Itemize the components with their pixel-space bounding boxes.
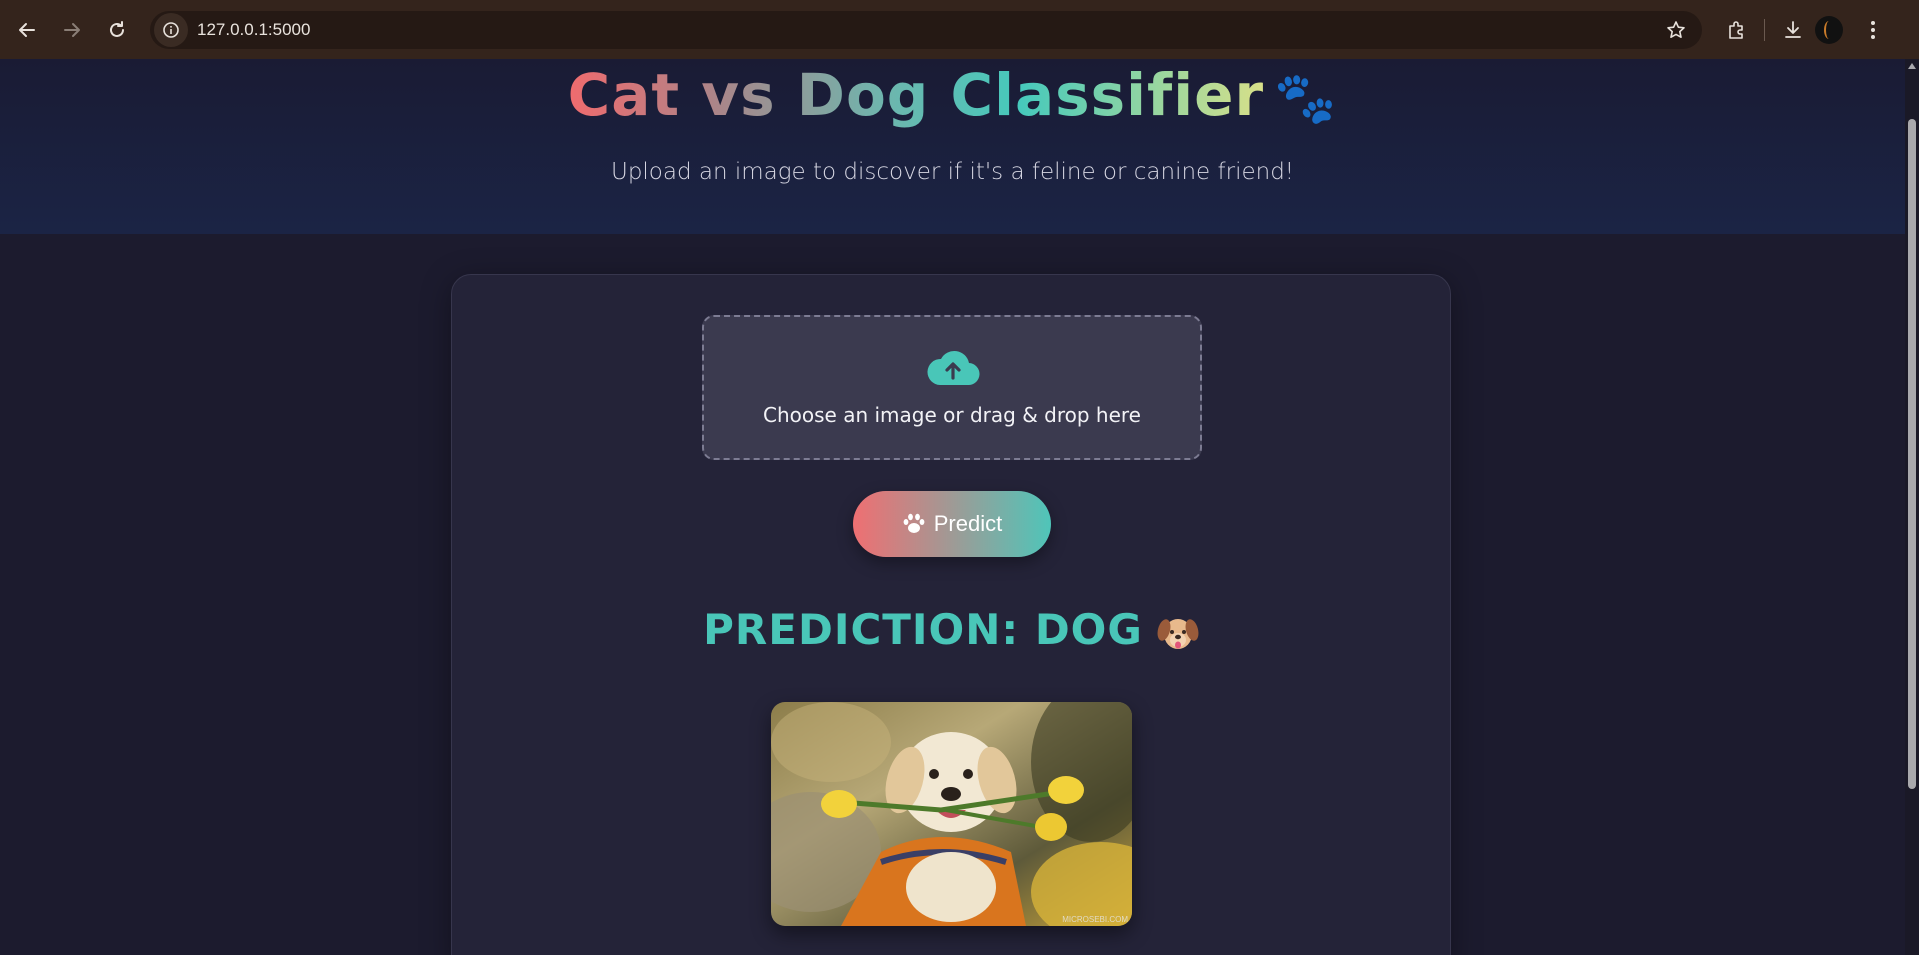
- scroll-up-arrow-icon[interactable]: [1908, 63, 1916, 69]
- prediction-text: PREDICTION: DOG: [703, 605, 1143, 654]
- toolbar-actions: [1718, 12, 1891, 48]
- image-watermark: MICROSEBI.COM: [1062, 915, 1128, 924]
- bookmark-star-icon[interactable]: [1662, 16, 1690, 44]
- classifier-card: Choose an image or drag & drop here Pred…: [451, 274, 1451, 955]
- dog-face-emoji: [1157, 618, 1199, 649]
- page-viewport: Cat vs Dog Classifier 🐾 Upload an image t…: [0, 59, 1905, 955]
- paw-icon: [903, 513, 925, 533]
- site-info-icon[interactable]: [154, 13, 188, 47]
- extensions-icon[interactable]: [1718, 12, 1754, 48]
- url-text[interactable]: 127.0.0.1:5000: [197, 20, 310, 40]
- page-scrollbar[interactable]: [1905, 59, 1919, 955]
- menu-icon[interactable]: [1855, 12, 1891, 48]
- uploaded-dog-image: MICROSEBI.COM: [771, 702, 1132, 926]
- cloud-upload-icon: [927, 350, 980, 386]
- predict-button-label: Predict: [933, 511, 1003, 536]
- file-dropzone[interactable]: Choose an image or drag & drop here: [702, 315, 1202, 460]
- toolbar-divider: [1764, 19, 1765, 41]
- browser-toolbar: 127.0.0.1:5000: [0, 0, 1919, 59]
- page-title: Cat vs Dog Classifier 🐾: [0, 61, 1905, 129]
- dog-photo: [771, 702, 1132, 926]
- page-subtitle: Upload an image to discover if it's a fe…: [610, 159, 1295, 185]
- page-title-text: Cat vs Dog Classifier: [567, 61, 1265, 129]
- scrollbar-thumb[interactable]: [1908, 119, 1916, 789]
- predict-button[interactable]: Predict: [853, 491, 1051, 557]
- dropzone-label: Choose an image or drag & drop here: [763, 403, 1141, 427]
- address-bar[interactable]: 127.0.0.1:5000: [150, 11, 1702, 49]
- reload-icon[interactable]: [100, 13, 134, 47]
- prediction-result: PREDICTION: DOG: [452, 605, 1450, 654]
- forward-icon[interactable]: [55, 13, 89, 47]
- back-icon[interactable]: [10, 13, 44, 47]
- paw-prints-icon: 🐾: [1274, 69, 1338, 127]
- profile-avatar[interactable]: [1811, 12, 1847, 48]
- downloads-icon[interactable]: [1775, 12, 1811, 48]
- hero-header: Cat vs Dog Classifier 🐾 Upload an image t…: [0, 59, 1905, 234]
